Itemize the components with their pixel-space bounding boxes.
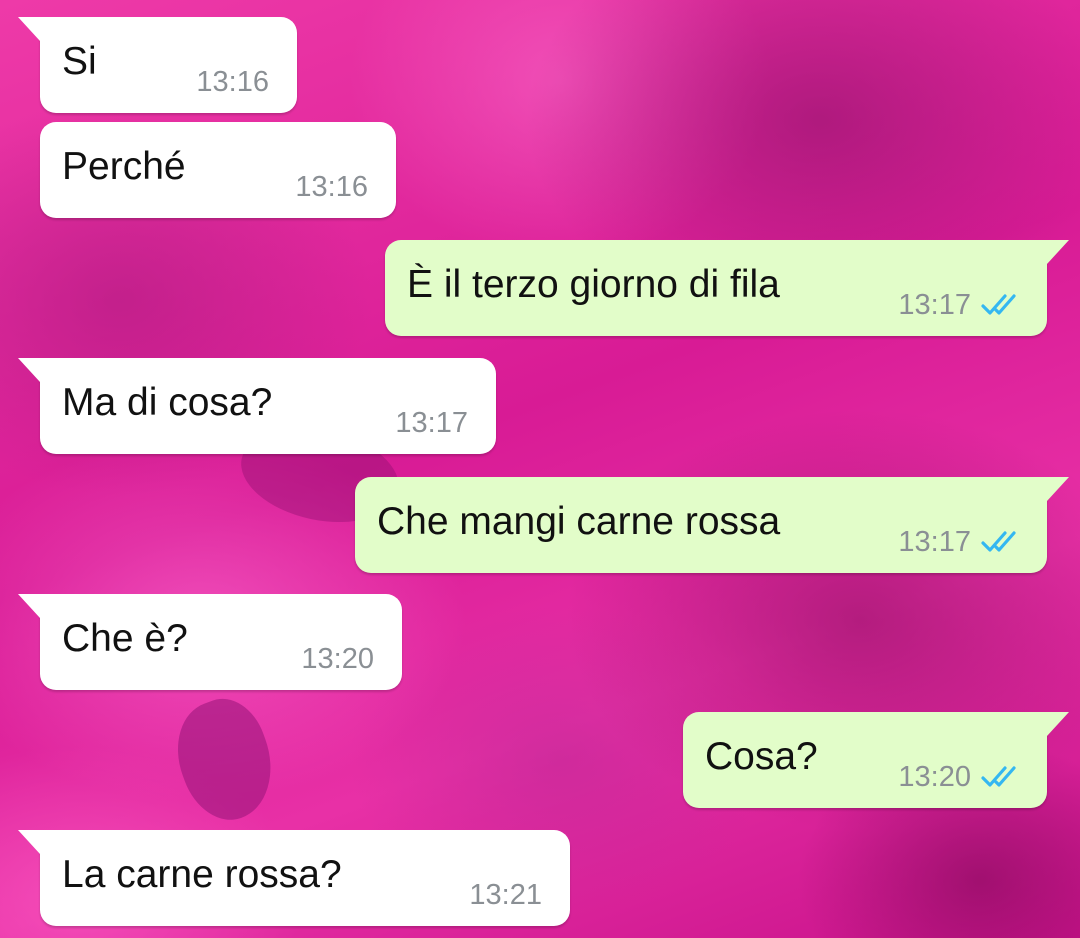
message-time: 13:17 xyxy=(898,289,971,321)
message-text: Che è? xyxy=(62,617,188,660)
message-time: 13:16 xyxy=(196,66,269,98)
message-meta: 13:16 xyxy=(196,65,269,99)
message-text: Ma di cosa? xyxy=(62,381,273,424)
message-meta: 13:16 xyxy=(295,170,368,204)
message-text: Si xyxy=(62,40,97,83)
double-check-icon xyxy=(981,294,1016,315)
message-time: 13:17 xyxy=(395,407,468,439)
message-time: 13:17 xyxy=(898,526,971,558)
message-bubble-incoming[interactable]: Perché 13:16 xyxy=(40,122,396,218)
message-time: 13:21 xyxy=(469,879,542,911)
message-bubble-incoming[interactable]: Ma di cosa? 13:17 xyxy=(18,358,496,454)
message-meta: 13:17 xyxy=(395,406,468,440)
message-text: Che mangi carne rossa xyxy=(377,500,781,543)
message-meta: 13:17 xyxy=(898,525,1023,559)
message-time: 13:20 xyxy=(301,643,374,675)
message-bubble-incoming[interactable]: Che è? 13:20 xyxy=(18,594,402,690)
message-meta: 13:20 xyxy=(301,642,374,676)
message-bubble-outgoing[interactable]: Cosa? 13:20 xyxy=(683,712,1069,808)
message-time: 13:20 xyxy=(898,761,971,793)
message-time: 13:16 xyxy=(295,171,368,203)
message-meta: 13:20 xyxy=(898,760,1023,794)
double-check-icon xyxy=(981,766,1016,787)
message-bubble-incoming[interactable]: Si 13:16 xyxy=(18,17,297,113)
message-bubble-outgoing[interactable]: È il terzo giorno di fila 13:17 xyxy=(385,240,1069,336)
message-text: Perché xyxy=(62,145,186,188)
message-text: È il terzo giorno di fila xyxy=(407,263,780,306)
message-text: La carne rossa? xyxy=(62,853,342,896)
message-meta: 13:17 xyxy=(898,288,1023,322)
message-bubble-outgoing[interactable]: Che mangi carne rossa 13:17 xyxy=(355,477,1069,573)
message-text: Cosa? xyxy=(705,735,818,778)
message-meta: 13:21 xyxy=(469,878,542,912)
message-bubble-incoming[interactable]: La carne rossa? 13:21 xyxy=(18,830,570,926)
double-check-icon xyxy=(981,531,1016,552)
